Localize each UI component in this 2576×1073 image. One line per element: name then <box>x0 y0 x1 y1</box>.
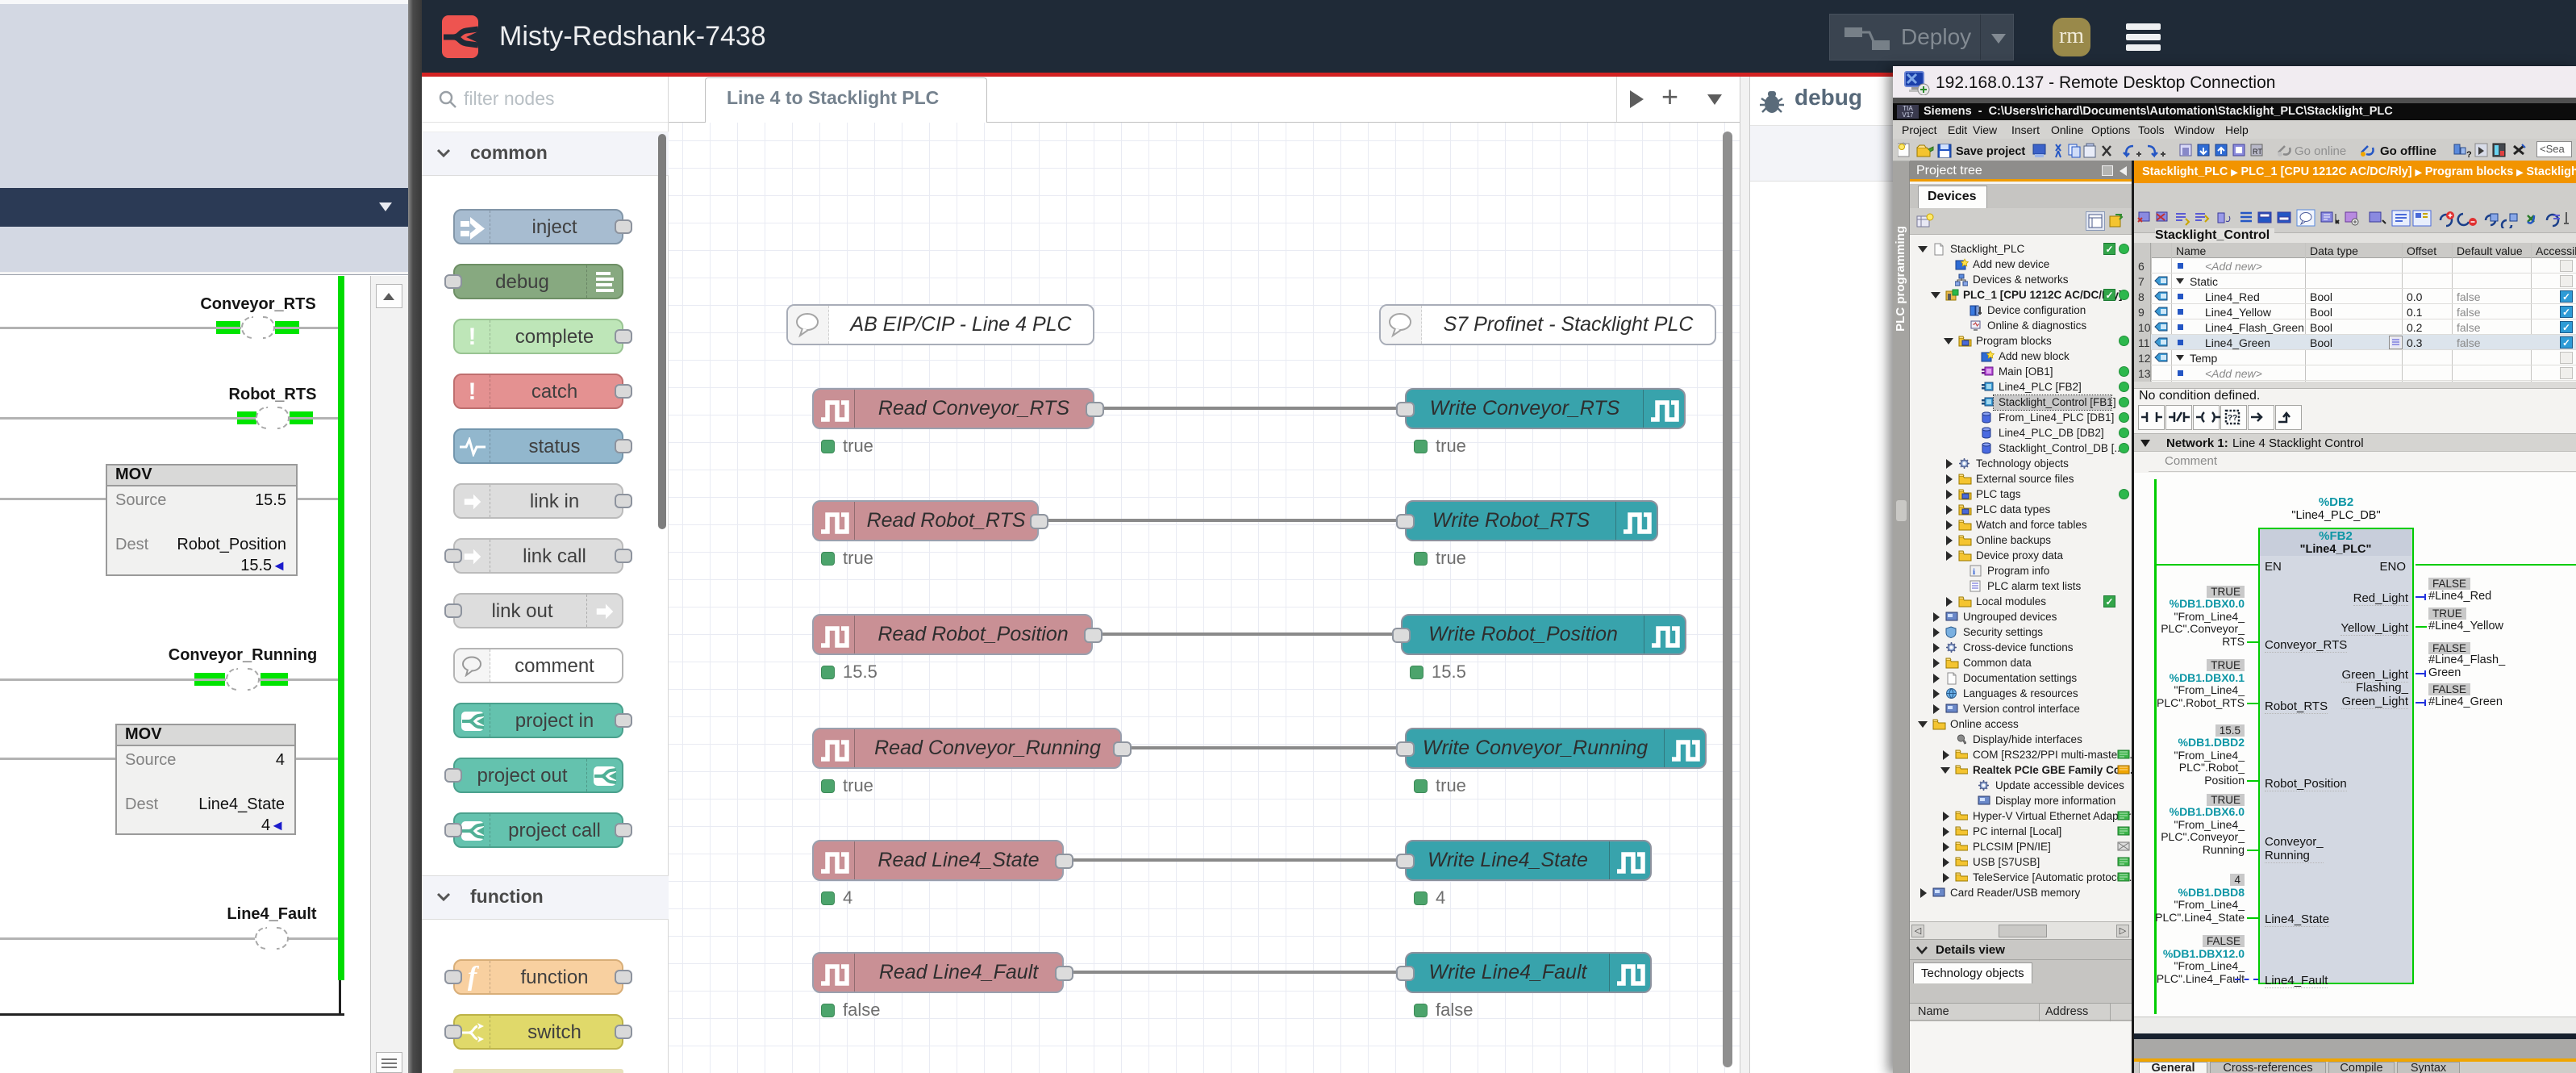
svg-text:Save project: Save project <box>1956 145 2025 158</box>
svg-text:Go offline: Go offline <box>2380 144 2436 158</box>
svg-text:?: ? <box>2466 150 2472 159</box>
svg-text:RT: RT <box>2253 148 2262 156</box>
svg-text:Go online: Go online <box>2295 144 2346 158</box>
svg-text:??: ?? <box>2228 414 2237 423</box>
svg-text:i: i <box>1973 567 1975 577</box>
